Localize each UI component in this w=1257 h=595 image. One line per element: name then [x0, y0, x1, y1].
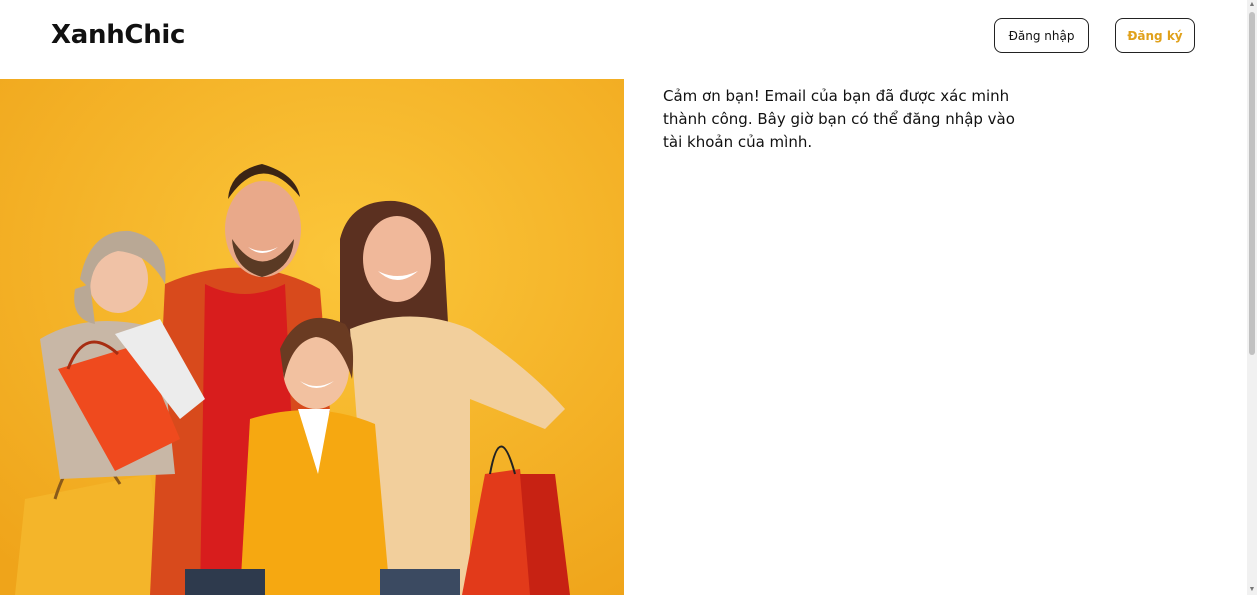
hero-image	[0, 79, 624, 595]
scroll-up-arrow-icon[interactable]: ▲	[1248, 0, 1256, 10]
vertical-scrollbar[interactable]: ▲ ▼	[1247, 0, 1257, 595]
site-logo[interactable]: XanhChic	[51, 20, 185, 50]
login-button[interactable]: Đăng nhập	[994, 18, 1089, 53]
family-shopping-photo	[0, 79, 624, 595]
scroll-down-arrow-icon[interactable]: ▼	[1248, 585, 1256, 595]
register-button[interactable]: Đăng ký	[1115, 18, 1195, 53]
scrollbar-thumb[interactable]	[1249, 12, 1255, 355]
verification-success-message: Cảm ơn bạn! Email của bạn đã được xác mi…	[663, 87, 1015, 151]
site-header: XanhChic Đăng nhập Đăng ký	[0, 0, 1247, 79]
